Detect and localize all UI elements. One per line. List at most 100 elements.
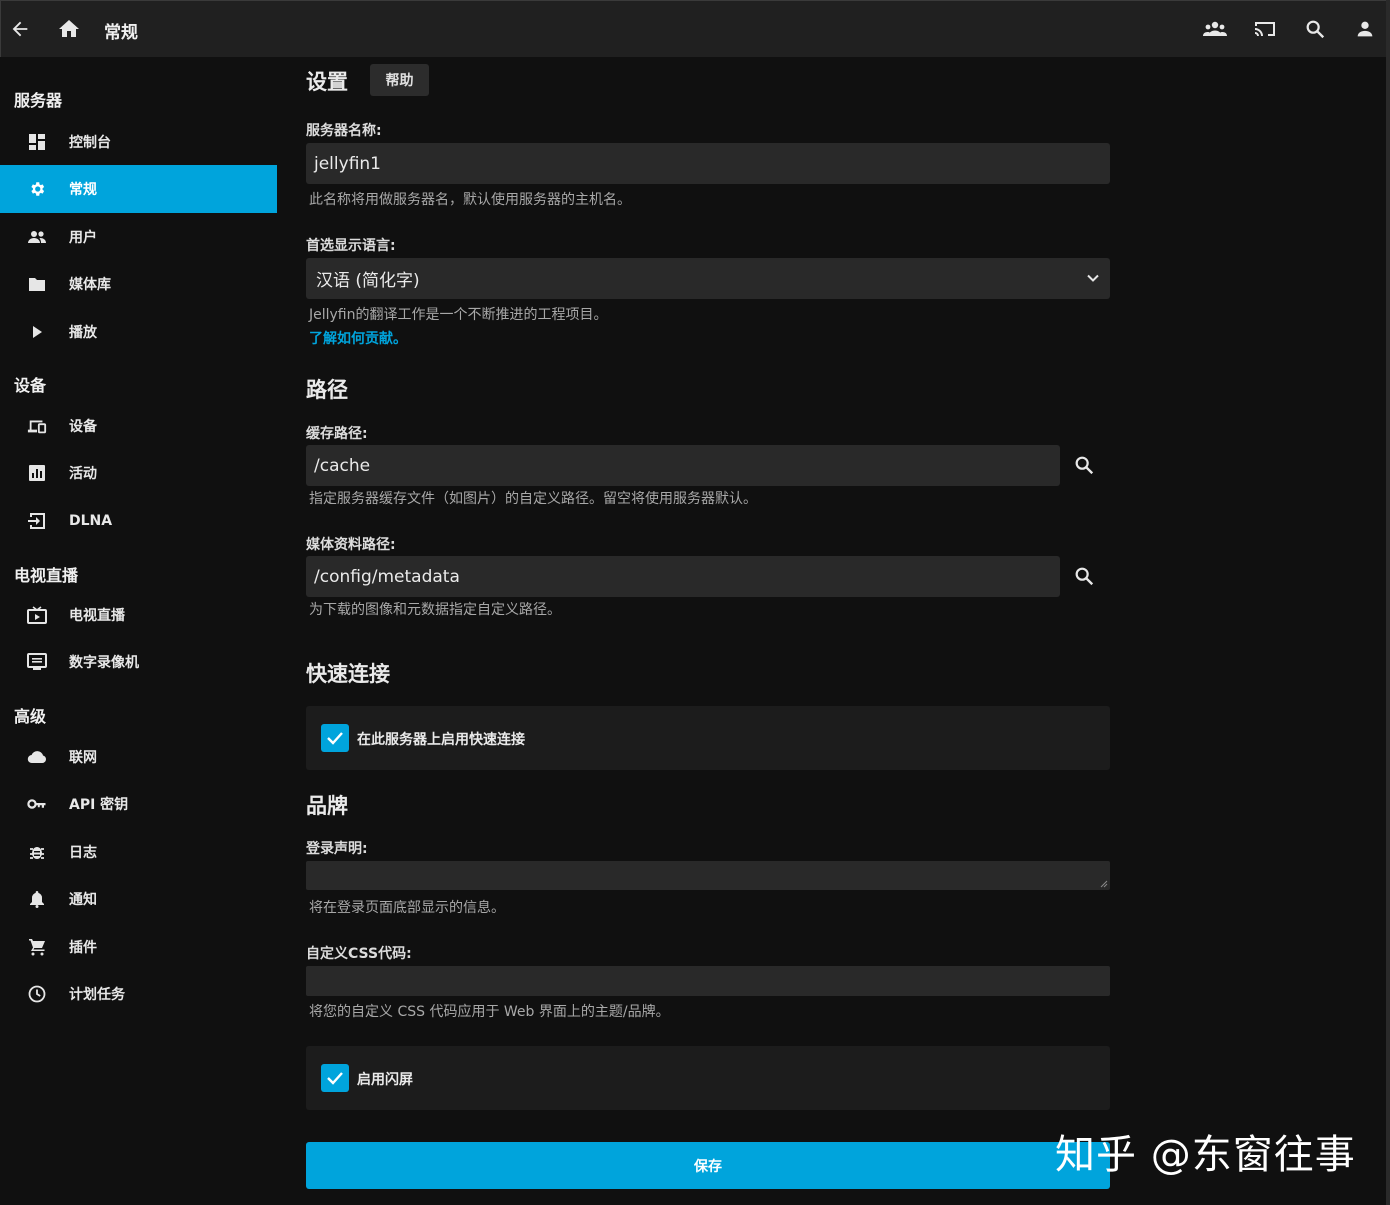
sidebar-item-activity[interactable]: 活动	[0, 449, 277, 497]
resize-handle-icon[interactable]	[1100, 880, 1108, 888]
cast-icon[interactable]	[1247, 11, 1283, 47]
custom-css-label: 自定义CSS代码:	[306, 946, 412, 962]
sidebar-item-label: 联网	[69, 750, 97, 766]
search-icon[interactable]	[1297, 11, 1333, 47]
user-icon[interactable]	[1347, 11, 1383, 47]
splash-option: 启用闪屏	[306, 1046, 1110, 1110]
sidebar: 服务器 控制台 常规 用户 媒体库 播放 设备 设备 活动 DLNA 电视直播 …	[0, 57, 277, 1205]
cloud-icon	[27, 747, 47, 767]
cache-path-search-icon[interactable]	[1068, 449, 1100, 481]
clock-icon	[27, 984, 47, 1004]
sidebar-item-networking[interactable]: 联网	[0, 733, 277, 781]
sidebar-heading-livetv: 电视直播	[14, 566, 79, 585]
paths-title: 路径	[306, 378, 348, 402]
sidebar-item-label: DLNA	[69, 513, 113, 529]
sidebar-item-label: 通知	[69, 892, 97, 908]
page-title: 常规	[104, 23, 138, 43]
dvr-icon	[27, 652, 47, 672]
quickconnect-checkbox-label: 在此服务器上启用快速连接	[357, 732, 525, 748]
login-disclaimer-textarea[interactable]	[306, 861, 1110, 890]
play-icon	[27, 322, 47, 342]
input-icon	[27, 511, 47, 531]
cache-path-input[interactable]: /cache	[306, 445, 1060, 486]
sidebar-item-dlna[interactable]: DLNA	[0, 497, 277, 545]
scrollbar-track[interactable]	[1386, 0, 1390, 1205]
folder-icon	[27, 274, 47, 294]
splash-checkbox[interactable]	[321, 1064, 349, 1092]
key-icon	[27, 794, 47, 814]
sidebar-item-libraries[interactable]: 媒体库	[0, 260, 277, 308]
custom-css-hint: 将您的自定义 CSS 代码应用于 Web 界面上的主题/品牌。	[309, 1004, 670, 1020]
cache-path-label: 缓存路径:	[306, 426, 368, 442]
login-disclaimer-hint: 将在登录页面底部显示的信息。	[309, 900, 505, 916]
bell-icon	[27, 889, 47, 909]
sidebar-item-label: 设备	[69, 419, 97, 435]
sidebar-item-label: 数字录像机	[69, 655, 139, 671]
sidebar-item-notifications[interactable]: 通知	[0, 875, 277, 923]
home-icon[interactable]	[51, 11, 87, 47]
sidebar-item-label: 常规	[69, 182, 97, 198]
branding-title: 品牌	[306, 794, 348, 818]
sidebar-item-label: 电视直播	[69, 608, 125, 624]
bug-icon	[27, 842, 47, 862]
server-name-label: 服务器名称:	[306, 123, 382, 139]
metadata-path-hint: 为下载的图像和元数据指定自定义路径。	[309, 602, 561, 618]
server-name-input[interactable]: jellyfin1	[306, 143, 1110, 184]
quickconnect-title: 快速连接	[306, 662, 390, 686]
devices-icon	[27, 416, 47, 436]
users-icon[interactable]	[1197, 11, 1233, 47]
check-icon	[327, 732, 343, 745]
live-tv-icon	[27, 605, 47, 625]
sidebar-item-dvr[interactable]: 数字录像机	[0, 638, 277, 686]
sidebar-item-scheduled-tasks[interactable]: 计划任务	[0, 970, 277, 1018]
sidebar-heading-advanced: 高级	[14, 707, 47, 726]
sidebar-item-label: 日志	[69, 845, 97, 861]
quickconnect-option: 在此服务器上启用快速连接	[306, 706, 1110, 770]
sidebar-item-label: 控制台	[69, 135, 111, 151]
save-button[interactable]: 保存	[306, 1142, 1110, 1189]
sidebar-item-label: API 密钥	[69, 797, 129, 813]
sidebar-item-devices[interactable]: 设备	[0, 402, 277, 450]
sidebar-heading-devices: 设备	[14, 376, 47, 395]
quickconnect-checkbox[interactable]	[321, 724, 349, 752]
sidebar-item-dashboard[interactable]: 控制台	[0, 118, 277, 166]
people-icon	[27, 227, 47, 247]
language-select-value: 汉语 (简化字)	[316, 271, 420, 291]
sidebar-item-apikeys[interactable]: API 密钥	[0, 780, 277, 828]
sidebar-item-plugins[interactable]: 插件	[0, 923, 277, 971]
language-label: 首选显示语言:	[306, 238, 396, 254]
sidebar-item-label: 用户	[69, 230, 97, 246]
chart-icon	[27, 463, 47, 483]
cart-icon	[27, 937, 47, 957]
chevron-down-icon	[1086, 270, 1100, 290]
sidebar-item-label: 播放	[69, 325, 97, 341]
sidebar-item-label: 活动	[69, 466, 97, 482]
settings-title: 设置	[306, 70, 348, 94]
sidebar-item-users[interactable]: 用户	[0, 213, 277, 261]
back-arrow-icon[interactable]	[2, 11, 38, 47]
help-button[interactable]: 帮助	[370, 64, 429, 96]
check-icon	[327, 1072, 343, 1085]
custom-css-textarea[interactable]	[306, 966, 1110, 996]
app-header: 常规	[0, 0, 1390, 57]
sidebar-item-label: 计划任务	[69, 987, 125, 1003]
gear-icon	[27, 179, 47, 199]
language-select[interactable]: 汉语 (简化字)	[306, 258, 1110, 299]
metadata-path-label: 媒体资料路径:	[306, 537, 396, 553]
sidebar-item-general[interactable]: 常规	[0, 165, 277, 213]
contribute-link[interactable]: 了解如何贡献。	[309, 328, 407, 348]
splash-checkbox-label: 启用闪屏	[357, 1072, 413, 1088]
sidebar-item-logs[interactable]: 日志	[0, 828, 277, 876]
metadata-path-search-icon[interactable]	[1068, 560, 1100, 592]
sidebar-item-livetv[interactable]: 电视直播	[0, 591, 277, 639]
dashboard-icon	[27, 132, 47, 152]
metadata-path-input[interactable]: /config/metadata	[306, 556, 1060, 597]
login-disclaimer-label: 登录声明:	[306, 841, 368, 857]
sidebar-item-playback[interactable]: 播放	[0, 308, 277, 356]
sidebar-item-label: 插件	[69, 940, 97, 956]
language-hint: Jellyfin的翻译工作是一个不断推进的工程项目。	[309, 307, 608, 323]
sidebar-heading-server: 服务器	[14, 91, 63, 110]
cache-path-hint: 指定服务器缓存文件（如图片）的自定义路径。留空将使用服务器默认。	[309, 491, 757, 507]
server-name-hint: 此名称将用做服务器名，默认使用服务器的主机名。	[309, 192, 631, 208]
sidebar-item-label: 媒体库	[69, 277, 111, 293]
